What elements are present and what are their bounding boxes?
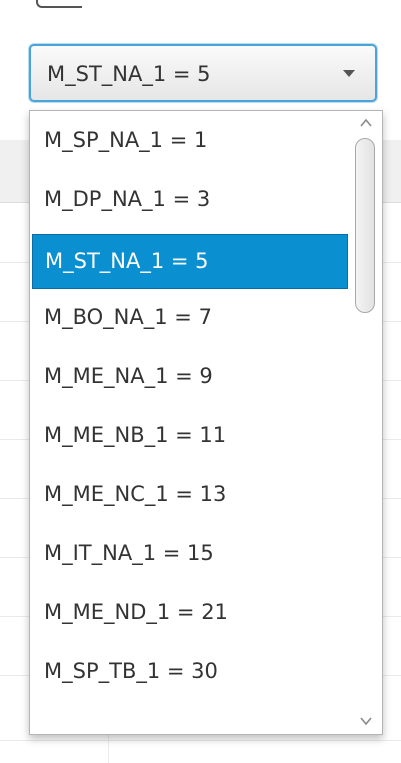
list-item[interactable]: M_ME_ND_1 = 21 <box>30 583 350 642</box>
scroll-up-arrow-icon[interactable] <box>358 115 374 131</box>
vertical-scrollbar[interactable] <box>350 111 382 734</box>
list-item[interactable]: M_SP_NA_1 = 1 <box>30 111 350 170</box>
list-item-selected[interactable]: M_ST_NA_1 = 5 <box>32 234 348 289</box>
list-item[interactable]: M_ME_NA_1 = 9 <box>30 347 350 406</box>
combo-selected-value: M_ST_NA_1 = 5 <box>47 62 211 86</box>
dropdown-popup-list: M_SP_NA_1 = 1 M_DP_NA_1 = 3 M_ST_NA_1 = … <box>29 110 383 735</box>
list-item[interactable]: M_ME_NC_1 = 13 <box>30 465 350 524</box>
list-item[interactable]: M_IT_NA_1 = 15 <box>30 524 350 583</box>
clipped-heading-fragment <box>36 0 82 8</box>
list-item[interactable]: M_ME_NB_1 = 11 <box>30 406 350 465</box>
list-item[interactable]: M_DP_NA_1 = 3 <box>30 170 350 229</box>
chevron-down-icon[interactable] <box>343 70 355 77</box>
list-item[interactable]: M_SP_TB_1 = 30 <box>30 642 350 701</box>
list-item[interactable]: M_BO_NA_1 = 7 <box>30 288 350 347</box>
background-row-divider <box>0 740 401 741</box>
scroll-down-arrow-icon[interactable] <box>358 713 374 729</box>
scrollbar-thumb[interactable] <box>355 138 375 313</box>
type-combo-box[interactable]: M_ST_NA_1 = 5 <box>29 44 377 102</box>
